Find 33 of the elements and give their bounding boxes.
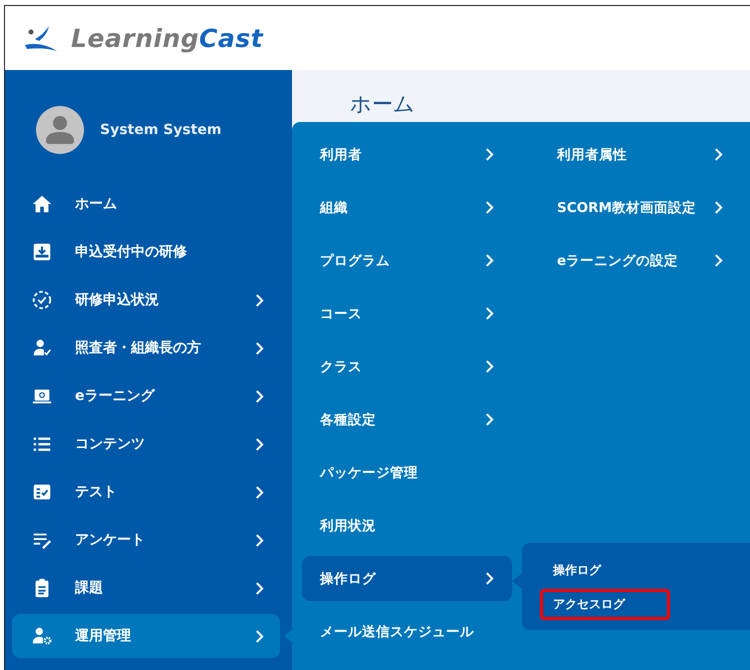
submenu-item[interactable]: 操作ログ [540, 555, 614, 586]
menu-item[interactable]: 利用状況 [302, 503, 512, 548]
menu-item[interactable]: 操作ログ [302, 556, 512, 601]
avatar-icon [36, 106, 84, 154]
sidebar-item[interactable]: 照査者・組織長の方 [12, 326, 280, 370]
sidebar-item[interactable]: 研修申込状況 [12, 278, 280, 322]
sidebar-item[interactable]: テスト [12, 470, 280, 514]
menu-item[interactable]: SCORM教材画面設定 [557, 185, 727, 230]
sidebar-item[interactable]: 課題 [12, 566, 280, 610]
menu-item[interactable]: 組織 [302, 185, 512, 230]
sidebar-item[interactable]: コンテンツ [12, 422, 280, 466]
page-title: ホーム [350, 91, 415, 118]
submenu-item[interactable]: アクセスログ [540, 589, 670, 620]
menu-item[interactable]: クラス [302, 344, 512, 389]
menu-item[interactable]: プログラム [302, 238, 512, 283]
sidebar-item[interactable]: アンケート [12, 518, 280, 562]
sidebar-item[interactable]: ホーム [12, 182, 280, 226]
inbox-icon [31, 241, 53, 263]
home-icon [31, 193, 53, 215]
menu-item[interactable]: 利用者 [302, 132, 512, 177]
menu-item[interactable]: eラーニングの設定 [557, 238, 727, 283]
menu-item[interactable]: メール送信スケジュール [302, 609, 512, 654]
user-name: System System [100, 122, 222, 138]
menu-item[interactable]: 各種設定 [302, 397, 512, 442]
menu-item[interactable]: パッケージ管理 [302, 450, 512, 495]
logo-text: Learning [71, 24, 200, 52]
sidebar-item[interactable]: eラーニング [12, 374, 280, 418]
menu-item[interactable]: 利用者属性 [557, 132, 727, 177]
menu-item[interactable]: コース [302, 291, 512, 336]
logo-text: Cast [199, 24, 264, 52]
dashcheck-icon [31, 289, 53, 311]
sidebar-item[interactable]: 申込受付中の研修 [12, 230, 280, 274]
persongear-icon [31, 625, 53, 647]
